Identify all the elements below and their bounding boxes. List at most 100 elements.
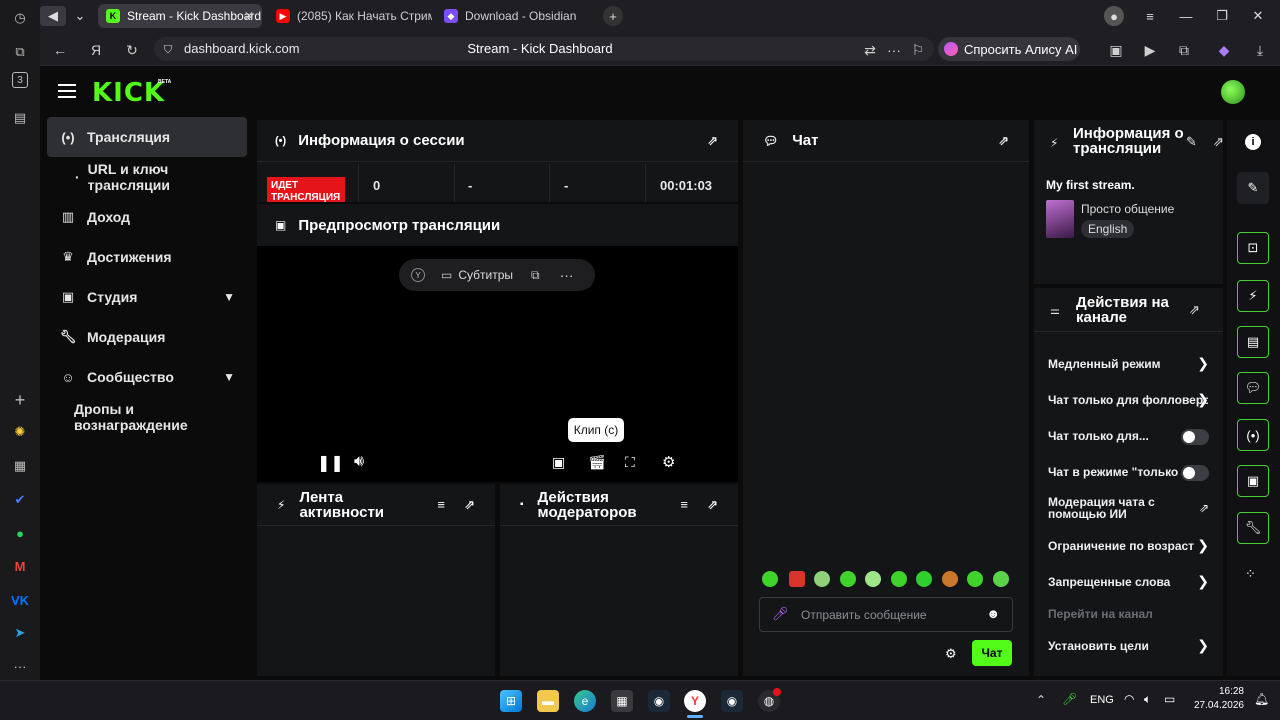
new-tab-icon[interactable]: + bbox=[603, 6, 623, 26]
chat-settings-icon[interactable]: ⚙ bbox=[945, 646, 957, 662]
tab-count-badge[interactable]: 3 bbox=[12, 72, 28, 88]
emote-icon[interactable] bbox=[942, 571, 958, 587]
action-set-goals[interactable]: Установить цели bbox=[1048, 639, 1214, 653]
more-icon[interactable]: ··· bbox=[884, 40, 904, 60]
screenshot-icon[interactable]: ▣ bbox=[1106, 40, 1126, 60]
messenger-app-icon[interactable]: ✔ bbox=[8, 488, 32, 512]
bookmark-icon[interactable]: ⚐ bbox=[908, 40, 928, 60]
action-ai-moderation[interactable]: Модерация чата с помощью ИИ bbox=[1048, 496, 1168, 520]
alice-button[interactable]: Спросить Алису AI bbox=[938, 37, 1080, 61]
sidebar-item-studio[interactable]: ▣ Студия ▼ bbox=[47, 277, 247, 317]
yandex-icon[interactable]: Я bbox=[86, 40, 106, 60]
screenshot-action-icon[interactable]: ⊡ bbox=[1237, 232, 1269, 264]
hamburger-icon[interactable] bbox=[58, 84, 76, 98]
note-action-icon[interactable]: ▤ bbox=[1237, 326, 1269, 358]
menu-icon[interactable]: ≡ bbox=[1140, 6, 1160, 26]
battery-icon[interactable]: ▭ bbox=[1164, 692, 1175, 706]
clock-date[interactable]: 27.04.2026 bbox=[1190, 700, 1244, 711]
gmail-icon[interactable]: M bbox=[8, 554, 32, 578]
emote-icon[interactable] bbox=[865, 571, 881, 587]
clip-icon[interactable]: 🎬︎ bbox=[588, 454, 606, 471]
popout-icon[interactable]: ⇗ bbox=[707, 133, 718, 149]
add-icon[interactable]: + bbox=[8, 388, 32, 412]
kick-logo[interactable]: KICK bbox=[92, 78, 165, 108]
more-actions-icon[interactable]: ⁘ bbox=[1245, 566, 1256, 582]
emote-icon[interactable] bbox=[916, 571, 932, 587]
popout-icon[interactable]: ⇗ bbox=[464, 497, 475, 513]
store-icon[interactable]: ▦ bbox=[611, 690, 633, 712]
minimize-icon[interactable]: — bbox=[1176, 6, 1196, 26]
close-icon[interactable]: ✕ bbox=[244, 9, 254, 23]
translate-icon[interactable]: ⇄ bbox=[860, 40, 880, 60]
sidebar-item-revenue[interactable]: ▥ Доход bbox=[47, 197, 247, 237]
chevron-right-icon[interactable]: ❯ bbox=[1197, 537, 1209, 554]
action-age-restriction[interactable]: Ограничение по возрасту bbox=[1048, 539, 1194, 553]
yandex-icon[interactable]: Y bbox=[411, 268, 425, 282]
broadcast-action-icon[interactable]: (•) bbox=[1237, 419, 1269, 451]
sidebar-item-url-key[interactable]: · URL и ключ трансляции bbox=[47, 157, 247, 197]
more-apps-icon[interactable]: ··· bbox=[8, 654, 32, 678]
collections-icon[interactable]: ⧉ bbox=[1174, 40, 1194, 60]
action-go-to-channel[interactable]: Перейти на канал bbox=[1048, 607, 1214, 621]
category-thumbnail[interactable] bbox=[1046, 200, 1074, 238]
popout-icon[interactable]: ⇗ bbox=[1213, 134, 1224, 150]
whatsapp-icon[interactable]: ● bbox=[8, 521, 32, 545]
vk-icon[interactable]: VK bbox=[8, 588, 32, 612]
action-followers-only[interactable]: Чат только для фолловеров bbox=[1048, 393, 1208, 407]
pause-icon[interactable]: ❚❚ bbox=[317, 453, 344, 473]
speaker-icon[interactable]: 🔈︎ bbox=[1144, 692, 1151, 707]
language-indicator[interactable]: ENG bbox=[1090, 694, 1114, 706]
info-icon[interactable]: i bbox=[1245, 134, 1261, 150]
sun-app-icon[interactable]: ✺ bbox=[8, 420, 32, 444]
tabs-dropdown-icon[interactable]: ⌄ bbox=[70, 6, 90, 26]
clock-icon[interactable]: ◷ bbox=[8, 6, 32, 30]
chevron-up-icon[interactable]: ⌃ bbox=[1036, 693, 1046, 707]
extension-icon[interactable]: ◆ bbox=[1214, 40, 1234, 60]
profile-icon[interactable]: ● bbox=[1104, 6, 1124, 26]
pip-icon[interactable]: ⧉ bbox=[531, 268, 540, 283]
lightning-action-icon[interactable]: ⚡︎ bbox=[1237, 280, 1269, 312]
emote-icon[interactable] bbox=[993, 571, 1009, 587]
miniplayer-icon[interactable]: ▣ bbox=[552, 454, 565, 471]
clock-time[interactable]: 16:28 bbox=[1190, 686, 1244, 697]
tab-youtube[interactable]: ▶ (2085) Как Начать Стримит bbox=[268, 4, 432, 28]
steam-alt-icon[interactable]: ◉ bbox=[721, 690, 743, 712]
emote-icon[interactable] bbox=[762, 571, 778, 587]
copy-icon[interactable]: ⧉ bbox=[8, 40, 32, 64]
telegram-icon[interactable]: ➤ bbox=[8, 621, 32, 645]
chevron-right-icon[interactable]: ❯ bbox=[1197, 391, 1209, 408]
emote-icon[interactable] bbox=[840, 571, 856, 587]
emote-icon[interactable] bbox=[967, 571, 983, 587]
steam-icon[interactable]: ◉ bbox=[648, 690, 670, 712]
volume-icon[interactable]: 🔊︎ bbox=[354, 453, 364, 471]
popout-icon[interactable]: ⇗ bbox=[998, 133, 1009, 149]
popout-icon[interactable]: ⇗ bbox=[707, 497, 718, 513]
close-window-icon[interactable]: ✕ bbox=[1248, 6, 1268, 26]
fullscreen-icon[interactable]: ⛶ bbox=[625, 454, 635, 471]
sidebar-item-achievements[interactable]: ♛ Достижения bbox=[47, 237, 247, 277]
download-icon[interactable]: ⤓ bbox=[1250, 40, 1270, 60]
url-text[interactable]: dashboard.kick.com bbox=[184, 41, 300, 56]
chat-action-icon[interactable]: 💬︎ bbox=[1237, 372, 1269, 404]
microphone-icon[interactable]: 🎤︎ bbox=[772, 606, 789, 622]
chat-send-button[interactable]: Чат bbox=[972, 640, 1012, 666]
stream-category[interactable]: Просто общение bbox=[1081, 202, 1174, 216]
action-slow-mode[interactable]: Медленный режим bbox=[1048, 357, 1214, 371]
wifi-icon[interactable]: ◠ bbox=[1124, 692, 1134, 706]
sidebar-item-community[interactable]: ☺ Сообщество ▼ bbox=[47, 357, 247, 397]
notifications-icon[interactable]: 🔔︎ bbox=[1254, 692, 1269, 706]
restore-icon[interactable]: ❐ bbox=[1212, 6, 1232, 26]
sound-tab-icon[interactable]: ◀ bbox=[40, 6, 66, 26]
action-banned-words[interactable]: Запрещенные слова bbox=[1048, 575, 1214, 589]
grid-app-icon[interactable]: ▦ bbox=[8, 454, 32, 478]
toggle-subscribers-only[interactable] bbox=[1181, 429, 1209, 445]
sidebar-item-stream[interactable]: (•) Трансляция bbox=[47, 117, 247, 157]
emote-icon[interactable] bbox=[789, 571, 805, 587]
wrench-action-icon[interactable]: 🔧︎ bbox=[1237, 512, 1269, 544]
settings-icon[interactable]: ⚙ bbox=[662, 453, 675, 471]
start-icon[interactable]: ⊞ bbox=[500, 690, 522, 712]
chevron-right-icon[interactable]: ❯ bbox=[1197, 355, 1209, 372]
tab-obsidian[interactable]: ◆ Download - Obsidian bbox=[436, 4, 600, 28]
tab-kick-dashboard[interactable]: K Stream - Kick Dashboard ✕ bbox=[98, 4, 262, 28]
picture-icon[interactable]: ▤ bbox=[8, 106, 32, 130]
